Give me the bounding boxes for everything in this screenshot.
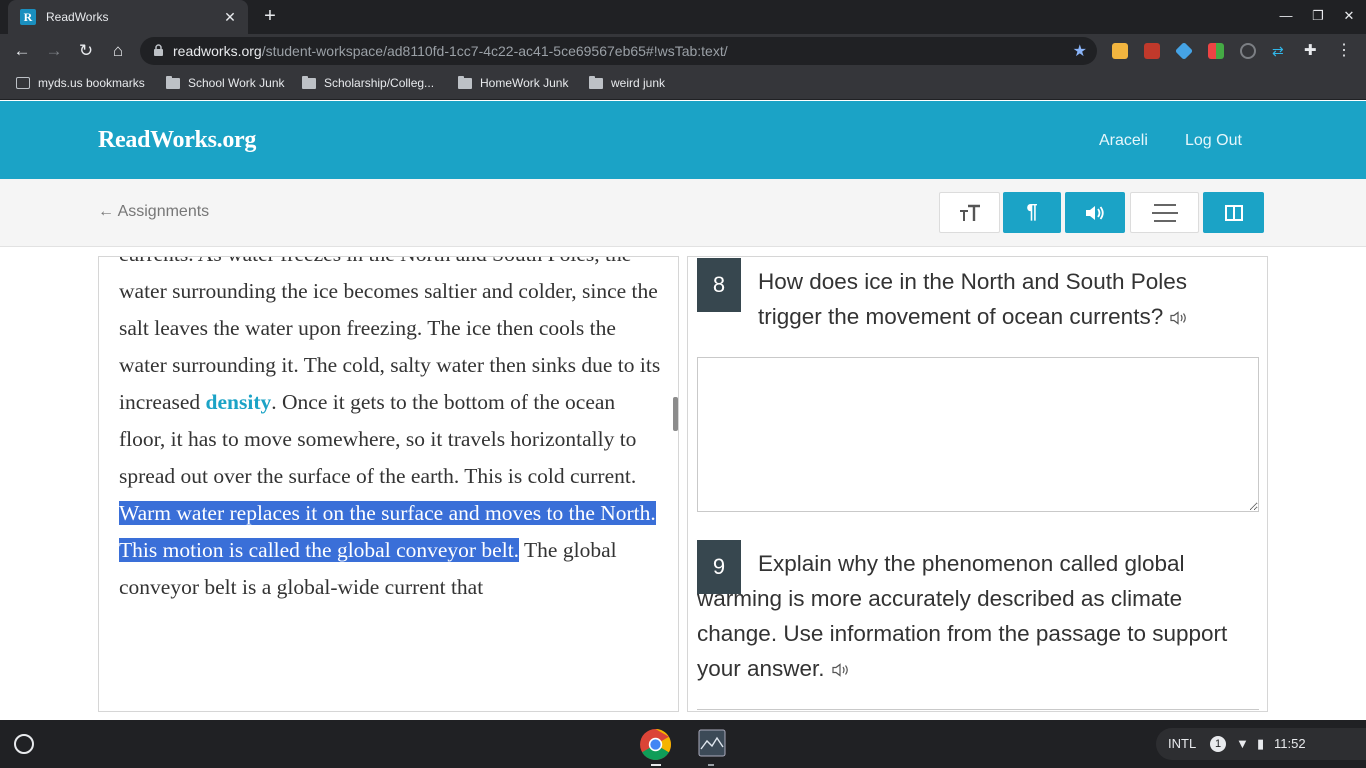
system-tray[interactable]: INTL 1 ▼ ▮ 11:52 xyxy=(1156,728,1366,760)
question-number-badge: 8 xyxy=(697,258,741,312)
audio-button[interactable] xyxy=(1065,192,1125,233)
split-view-button[interactable] xyxy=(1203,192,1264,233)
browser-tab-strip: R ReadWorks ✕ + — ❐ ✕ xyxy=(0,0,1366,34)
minimize-icon[interactable]: — xyxy=(1274,8,1298,23)
back-arrow-icon[interactable]: ← xyxy=(10,39,34,63)
folder-icon xyxy=(166,75,180,89)
bookmark-homework[interactable]: HomeWork Junk xyxy=(458,75,568,90)
notification-badge: 1 xyxy=(1210,736,1226,752)
questions-panel[interactable]: 8 How does ice in the North and South Po… xyxy=(687,256,1268,712)
passage-panel[interactable]: currents. As water freezes in the North … xyxy=(98,256,679,712)
bookmark-extension-icon[interactable] xyxy=(1144,43,1160,59)
back-to-assignments-link[interactable]: ← Assignments xyxy=(98,203,209,221)
bookmark-myds[interactable]: myds.us bookmarks xyxy=(16,76,145,90)
address-bar[interactable]: readworks.org/student-workspace/ad8110fd… xyxy=(140,37,1097,65)
launcher-icon[interactable] xyxy=(14,734,34,754)
tab-title: ReadWorks xyxy=(46,10,109,24)
battery-icon: ▮ xyxy=(1257,736,1265,751)
arrows-extension-icon[interactable]: ⇄ xyxy=(1272,43,1288,59)
tab-close-icon[interactable]: ✕ xyxy=(222,9,238,26)
user-name-link[interactable]: Araceli xyxy=(1099,132,1148,150)
reload-icon[interactable]: ↻ xyxy=(74,39,98,63)
question-text: How does ice in the North and South Pole… xyxy=(758,264,1228,334)
text-size-button[interactable] xyxy=(939,192,1000,233)
bookmark-star-icon[interactable]: ★ xyxy=(1073,41,1087,61)
browser-menu-icon[interactable]: ⋮ xyxy=(1336,43,1352,59)
clock: 11:52 xyxy=(1274,736,1306,751)
readworks-logo[interactable]: ReadWorks.org xyxy=(98,127,256,154)
question-audio-icon[interactable] xyxy=(1169,311,1189,325)
os-shelf: 🎙 INTL 1 ▼ ▮ 11:52 xyxy=(0,720,1366,768)
home-icon[interactable]: ⌂ xyxy=(106,39,130,63)
folder-icon xyxy=(458,75,472,89)
bookmark-weird-junk[interactable]: weird junk xyxy=(589,75,665,90)
split-view-icon xyxy=(1224,204,1243,221)
passage-text: currents. As water freezes in the North … xyxy=(119,257,661,599)
ime-indicator: INTL xyxy=(1168,736,1197,751)
bookmark-scholarship[interactable]: Scholarship/Colleg... xyxy=(302,75,434,90)
site-header: ReadWorks.org Araceli Log Out xyxy=(0,101,1366,179)
vocab-word-link[interactable]: density xyxy=(206,390,272,414)
browser-toolbar: ← → ↻ ⌂ readworks.org/student-workspace/… xyxy=(0,34,1366,68)
logout-link[interactable]: Log Out xyxy=(1185,132,1242,150)
bookmark-school-work[interactable]: School Work Junk xyxy=(166,75,285,90)
folder-icon xyxy=(302,75,316,89)
wifi-icon: ▼ xyxy=(1236,736,1249,751)
lock-icon xyxy=(154,44,163,56)
question-audio-icon[interactable] xyxy=(831,663,851,677)
classroom-extension-icon[interactable] xyxy=(1112,43,1128,59)
volume-icon xyxy=(1086,205,1104,220)
strikethrough-icon xyxy=(1151,203,1178,222)
power-extension-icon[interactable] xyxy=(1240,43,1256,59)
paragraph-button[interactable]: ¶ xyxy=(1003,192,1061,233)
answer-textarea-q9[interactable] xyxy=(697,709,1259,711)
app-indicator xyxy=(708,764,714,766)
active-app-indicator xyxy=(651,764,661,766)
answer-textarea-q8[interactable] xyxy=(697,357,1259,512)
text-size-icon xyxy=(959,204,980,221)
paragraph-icon: ¶ xyxy=(1026,201,1038,223)
passage-scrollbar[interactable] xyxy=(673,397,678,431)
reader-toolbar: ← Assignments ¶ xyxy=(0,179,1366,247)
image-viewer-icon[interactable] xyxy=(698,729,726,757)
forward-arrow-icon[interactable]: → xyxy=(42,39,66,63)
chrome-icon[interactable] xyxy=(639,728,672,761)
strikethrough-button[interactable] xyxy=(1130,192,1199,233)
extensions-puzzle-icon[interactable]: ✚ xyxy=(1304,43,1320,59)
new-tab-icon[interactable]: + xyxy=(258,5,282,29)
maximize-icon[interactable]: ❐ xyxy=(1306,8,1330,24)
question-text: Explain why the phenomenon called global… xyxy=(697,551,1228,681)
url-text: readworks.org/student-workspace/ad8110fd… xyxy=(173,43,728,59)
bookmarks-folder-icon xyxy=(16,77,30,89)
readworks-favicon-icon: R xyxy=(20,9,36,25)
folder-icon xyxy=(589,75,603,89)
window-close-icon[interactable]: ✕ xyxy=(1337,8,1361,24)
browser-tab[interactable]: R ReadWorks ✕ xyxy=(8,0,248,34)
diamond-extension-icon[interactable] xyxy=(1174,41,1194,61)
bookmarks-bar: myds.us bookmarks School Work Junk Schol… xyxy=(0,68,1366,100)
apps-extension-icon[interactable] xyxy=(1208,43,1224,59)
